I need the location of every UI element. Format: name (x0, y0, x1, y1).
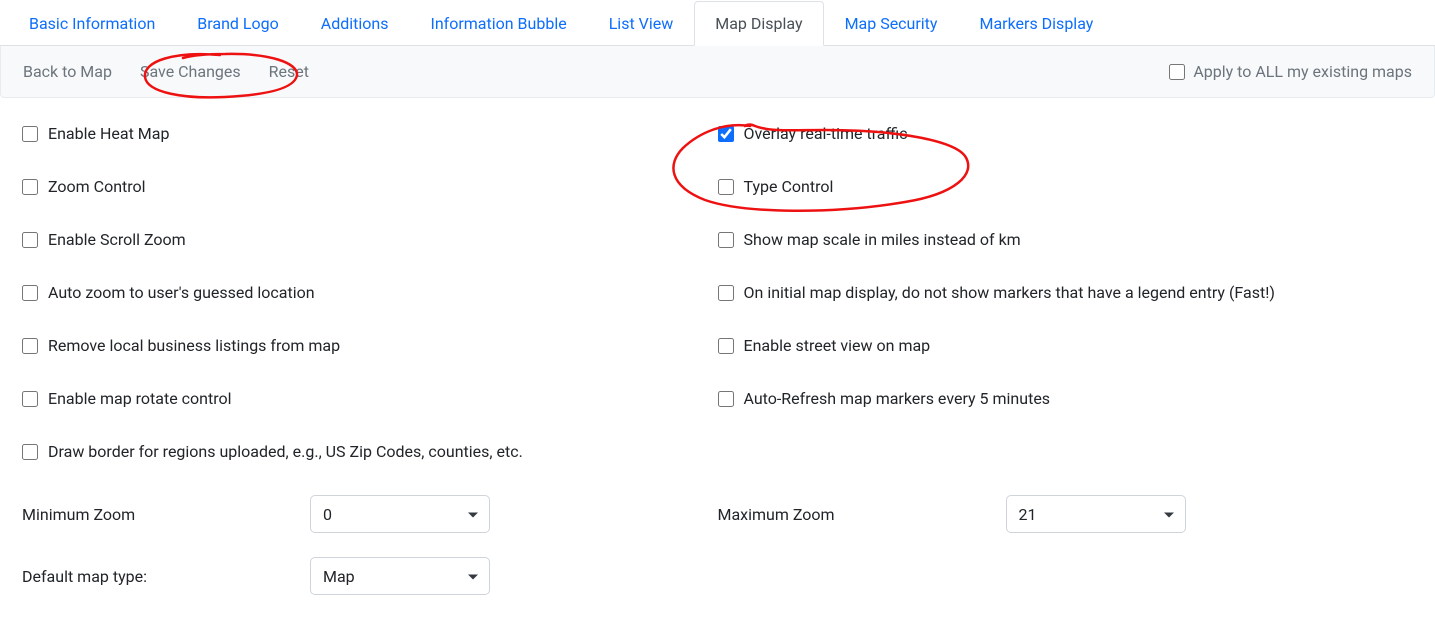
enable-scroll-zoom-label[interactable]: Enable Scroll Zoom (48, 230, 186, 249)
type-control-checkbox[interactable] (718, 179, 734, 195)
default-map-type-label: Default map type: (22, 567, 310, 586)
enable-rotate-control-checkbox[interactable] (22, 391, 38, 407)
tab-brand-logo[interactable]: Brand Logo (176, 1, 299, 46)
enable-scroll-zoom-checkbox[interactable] (22, 232, 38, 248)
apply-all-label[interactable]: Apply to ALL my existing maps (1193, 62, 1412, 81)
maximum-zoom-label: Maximum Zoom (718, 505, 1006, 524)
tab-information-bubble[interactable]: Information Bubble (409, 1, 587, 46)
hide-legend-markers-label[interactable]: On initial map display, do not show mark… (744, 283, 1275, 302)
type-control-label[interactable]: Type Control (744, 177, 834, 196)
minimum-zoom-label: Minimum Zoom (22, 505, 310, 524)
enable-street-view-label[interactable]: Enable street view on map (744, 336, 931, 355)
enable-heat-map-label[interactable]: Enable Heat Map (48, 124, 169, 143)
apply-all-checkbox[interactable] (1169, 64, 1185, 80)
overlay-traffic-label[interactable]: Overlay real-time traffic (744, 124, 908, 143)
default-map-type-select[interactable]: Map (310, 557, 490, 595)
tab-additions[interactable]: Additions (300, 1, 410, 46)
remove-business-listings-label[interactable]: Remove local business listings from map (48, 336, 340, 355)
action-bar: Back to Map Save Changes Reset Apply to … (0, 46, 1435, 98)
tab-markers-display[interactable]: Markers Display (958, 1, 1114, 46)
overlay-traffic-checkbox[interactable] (718, 126, 734, 142)
settings-tabs: Basic Information Brand Logo Additions I… (0, 0, 1435, 46)
map-display-form: Enable Heat Map Overlay real-time traffi… (0, 98, 1435, 639)
auto-zoom-location-label[interactable]: Auto zoom to user's guessed location (48, 283, 315, 302)
tab-map-security[interactable]: Map Security (824, 1, 959, 46)
map-scale-miles-label[interactable]: Show map scale in miles instead of km (744, 230, 1021, 249)
zoom-control-label[interactable]: Zoom Control (48, 177, 146, 196)
reset-link[interactable]: Reset (269, 62, 309, 81)
maximum-zoom-select[interactable]: 21 (1006, 495, 1186, 533)
hide-legend-markers-checkbox[interactable] (718, 285, 734, 301)
tab-basic-information[interactable]: Basic Information (8, 1, 176, 46)
draw-region-border-checkbox[interactable] (22, 444, 38, 460)
auto-zoom-location-checkbox[interactable] (22, 285, 38, 301)
minimum-zoom-select[interactable]: 0 (310, 495, 490, 533)
back-to-map-link[interactable]: Back to Map (23, 62, 112, 81)
remove-business-listings-checkbox[interactable] (22, 338, 38, 354)
enable-rotate-control-label[interactable]: Enable map rotate control (48, 389, 232, 408)
auto-refresh-markers-checkbox[interactable] (718, 391, 734, 407)
map-scale-miles-checkbox[interactable] (718, 232, 734, 248)
save-changes-link[interactable]: Save Changes (140, 62, 241, 81)
enable-heat-map-checkbox[interactable] (22, 126, 38, 142)
draw-region-border-label[interactable]: Draw border for regions uploaded, e.g., … (48, 442, 523, 461)
tab-list-view[interactable]: List View (588, 1, 695, 46)
tab-map-display[interactable]: Map Display (694, 1, 823, 46)
zoom-control-checkbox[interactable] (22, 179, 38, 195)
enable-street-view-checkbox[interactable] (718, 338, 734, 354)
auto-refresh-markers-label[interactable]: Auto-Refresh map markers every 5 minutes (744, 389, 1051, 408)
